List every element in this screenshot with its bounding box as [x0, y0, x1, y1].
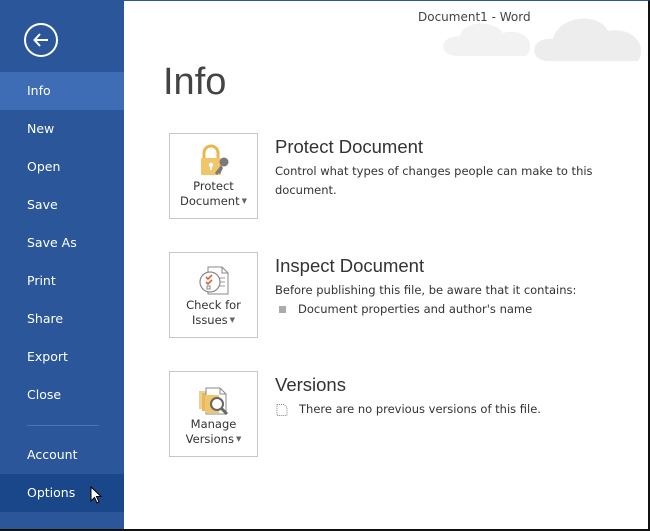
protect-document-heading: Protect Document — [275, 136, 424, 157]
protect-document-section: Protect Document Control what types of c… — [275, 136, 648, 200]
sidebar-divider — [27, 425, 99, 426]
versions-heading: Versions — [275, 374, 346, 395]
info-pane: Document1 - Word Info Protect Document ▼ … — [124, 1, 648, 529]
backstage-sidebar: Info New Open Save Save As Print Share E… — [0, 1, 124, 529]
protect-document-label-2: Document — [180, 194, 240, 208]
window-title: Document1 - Word — [418, 10, 531, 24]
protect-document-button[interactable]: Protect Document ▼ — [169, 133, 258, 219]
bullet-square-icon — [279, 306, 286, 313]
nav-save[interactable]: Save — [0, 186, 124, 224]
nav-options[interactable]: Options — [0, 474, 124, 512]
lock-key-icon — [201, 144, 229, 175]
dropdown-caret-icon: ▼ — [229, 316, 236, 324]
nav-save-as[interactable]: Save As — [0, 224, 124, 262]
nav-close[interactable]: Close — [0, 376, 124, 414]
nav-print[interactable]: Print — [0, 262, 124, 300]
inspect-bullet-text: Document properties and author's name — [298, 302, 533, 316]
inspect-document-description: Before publishing this file, be aware th… — [275, 283, 577, 297]
versions-note-row: There are no previous versions of this f… — [275, 400, 541, 419]
nav-new[interactable]: New — [0, 110, 124, 148]
dotted-document-icon — [276, 403, 288, 416]
back-arrow-icon — [33, 33, 48, 47]
nav-info[interactable]: Info — [0, 72, 124, 110]
backstage-window: Info New Open Save Save As Print Share E… — [0, 0, 650, 531]
versions-section: Versions There are no previous versions … — [275, 374, 541, 419]
versions-magnifier-icon — [199, 387, 229, 416]
mouse-cursor-icon — [90, 486, 103, 504]
protect-document-label-1: Protect — [193, 179, 234, 193]
protect-document-description: Control what types of changes people can… — [275, 164, 593, 197]
inspect-document-heading: Inspect Document — [275, 255, 425, 276]
check-document-icon — [199, 266, 229, 295]
dropdown-caret-icon: ▼ — [235, 435, 242, 443]
versions-note: There are no previous versions of this f… — [299, 402, 541, 416]
page-title: Info — [163, 61, 227, 103]
dropdown-caret-icon: ▼ — [241, 197, 247, 205]
inspect-document-section: Inspect Document Before publishing this … — [275, 255, 576, 319]
manage-versions-button[interactable]: Manage Versions ▼ — [169, 371, 258, 457]
manage-versions-label-2: Versions — [185, 432, 234, 446]
nav-share[interactable]: Share — [0, 300, 124, 338]
nav-account[interactable]: Account — [0, 436, 124, 474]
nav-open[interactable]: Open — [0, 148, 124, 186]
back-button[interactable] — [24, 23, 58, 57]
check-for-issues-label-2: Issues — [191, 313, 228, 327]
check-for-issues-button[interactable]: Check for Issues ▼ — [169, 252, 258, 338]
manage-versions-label-1: Manage — [190, 417, 237, 431]
check-for-issues-label-1: Check for — [186, 298, 241, 312]
nav-export[interactable]: Export — [0, 338, 124, 376]
inspect-bullet-item: Document properties and author's name — [275, 300, 576, 319]
